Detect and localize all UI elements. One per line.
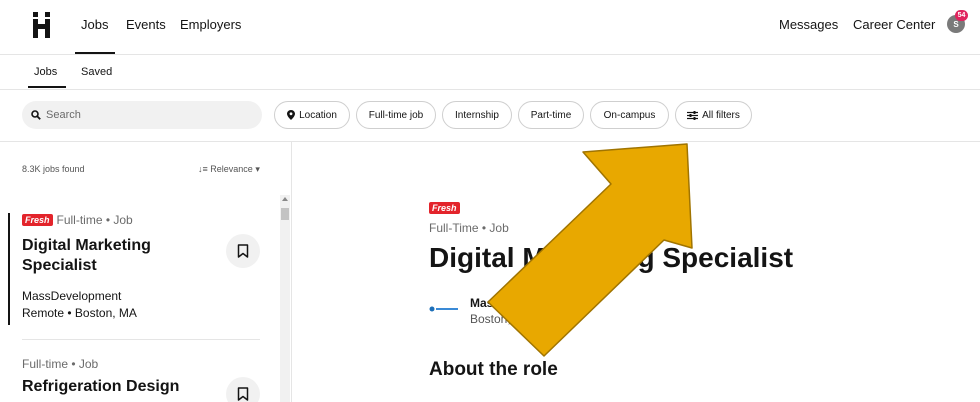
fresh-badge: Fresh: [22, 214, 53, 226]
notification-badge: 54: [955, 10, 968, 21]
filter-full-time-chip[interactable]: Full-time job: [356, 101, 436, 129]
filter-bar: Search Location Full-time job Internship…: [0, 90, 980, 142]
nav-career-center[interactable]: Career Center: [853, 17, 935, 32]
results-scrollbar[interactable]: [280, 195, 290, 402]
chip-label: Internship: [455, 109, 499, 121]
job-card-title[interactable]: Digital Marketing Specialist: [22, 236, 212, 276]
tab-jobs-active-indicator: [28, 86, 66, 88]
nav-employers[interactable]: Employers: [180, 17, 241, 32]
save-job-button[interactable]: [226, 234, 260, 268]
job-type: Full-time • Job: [56, 213, 133, 227]
job-detail-company[interactable]: MassDevelopment: [470, 296, 575, 310]
location-pin-icon: [287, 110, 296, 120]
job-detail-title: Digital Marketing Specialist: [429, 242, 794, 273]
filter-part-time-chip[interactable]: Part-time: [518, 101, 584, 129]
job-card-location: Remote • Boston, MA: [22, 306, 137, 320]
all-filters-button[interactable]: All filters: [675, 101, 752, 129]
job-detail-meta: Full-Time • Job: [429, 221, 509, 235]
chip-label: Full-time job: [368, 109, 424, 121]
search-input[interactable]: Search: [22, 101, 262, 129]
job-card-meta: Full-time • Job: [22, 357, 98, 371]
nav-events[interactable]: Events: [126, 17, 166, 32]
job-card-company: MassDevelopment: [22, 289, 122, 303]
bookmark-icon: [237, 244, 249, 258]
fresh-badge: Fresh: [429, 202, 460, 214]
chip-label: On-campus: [603, 109, 656, 121]
chip-label: Part-time: [530, 109, 572, 121]
job-type: Full-time • Job: [22, 357, 99, 371]
sliders-icon: [687, 110, 699, 120]
selected-card-indicator: [8, 213, 10, 325]
filter-on-campus-chip[interactable]: On-campus: [590, 101, 669, 129]
sort-dropdown[interactable]: ↓≡ Relevance ▾: [198, 164, 260, 175]
pane-divider: [291, 142, 292, 402]
search-placeholder: Search: [46, 109, 81, 121]
job-card-title[interactable]: Refrigeration Design: [22, 377, 212, 397]
tab-jobs[interactable]: Jobs: [34, 66, 57, 78]
chevron-down-icon: ▾: [255, 164, 260, 174]
filter-location-chip[interactable]: Location: [274, 101, 350, 129]
handshake-logo-icon[interactable]: [31, 12, 59, 38]
save-job-button[interactable]: [226, 377, 260, 402]
filter-internship-chip[interactable]: Internship: [442, 101, 512, 129]
nav-jobs-active-indicator: [75, 52, 115, 54]
jobs-count: 8.3K jobs found: [22, 164, 85, 174]
sub-nav: Jobs Saved: [0, 55, 980, 90]
job-detail-location: Boston, MA: [470, 312, 533, 326]
job-card-meta: Fresh Full-time • Job: [22, 213, 133, 227]
chip-label: All filters: [702, 109, 740, 121]
sort-label: Relevance: [210, 164, 253, 174]
scroll-up-arrow-icon[interactable]: [282, 197, 288, 201]
company-logo-icon[interactable]: [429, 305, 459, 313]
top-nav: Jobs Events Employers Messages Career Ce…: [0, 0, 980, 55]
nav-messages[interactable]: Messages: [779, 17, 838, 32]
card-divider: [22, 339, 260, 340]
tab-saved[interactable]: Saved: [81, 66, 112, 78]
sort-icon: ↓≡: [198, 164, 208, 174]
chip-label: Location: [299, 109, 337, 121]
scroll-thumb[interactable]: [281, 208, 289, 220]
search-icon: [31, 110, 41, 120]
nav-jobs[interactable]: Jobs: [81, 17, 108, 32]
about-role-heading: About the role: [429, 359, 558, 380]
bookmark-icon: [237, 387, 249, 401]
